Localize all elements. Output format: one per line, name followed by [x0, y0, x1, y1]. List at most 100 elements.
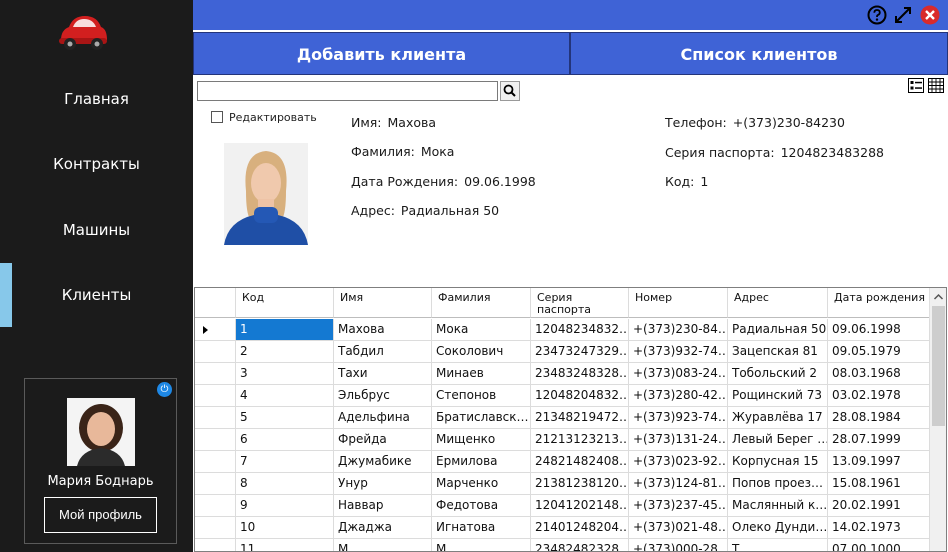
grid-scrollbar[interactable] [929, 288, 946, 551]
grid-cell[interactable]: 5 [236, 407, 334, 429]
grid-cell[interactable]: Попов проез… [728, 473, 828, 495]
search-input[interactable] [197, 81, 498, 101]
grid-cell[interactable]: Адельфина [334, 407, 432, 429]
grid-cell[interactable]: Зацепская 81 [728, 341, 828, 363]
grid-cell[interactable]: +(373)230-84… [629, 319, 728, 341]
grid-cell[interactable]: 07.00.1000 [828, 539, 930, 551]
grid-cell[interactable]: Фрейда [334, 429, 432, 451]
grid-cell[interactable]: 21213123213… [531, 429, 629, 451]
grid-cell[interactable]: 23482482328… [531, 539, 629, 551]
grid-cell[interactable]: 2 [236, 341, 334, 363]
search-button[interactable] [500, 81, 520, 101]
grid-cell[interactable]: Наввар [334, 495, 432, 517]
grid-cell[interactable]: Табдил [334, 341, 432, 363]
close-icon[interactable] [920, 5, 940, 25]
grid-cell[interactable]: 14.02.1973 [828, 517, 930, 539]
row-header[interactable] [195, 517, 236, 539]
row-header[interactable] [195, 473, 236, 495]
grid-cell[interactable]: Тахи [334, 363, 432, 385]
tab-add-client[interactable]: Добавить клиента [193, 32, 570, 75]
power-icon[interactable]: ⏻ [157, 382, 172, 397]
sidebar-item-cars[interactable]: Машины [0, 198, 193, 262]
row-header[interactable] [195, 539, 236, 551]
clients-grid[interactable]: Код Имя Фамилия Серия паспорта Номер Адр… [194, 287, 947, 552]
grid-cell[interactable]: 7 [236, 451, 334, 473]
sidebar-item-contracts[interactable]: Контракты [0, 132, 193, 196]
grid-cell[interactable]: 24821482408… [531, 451, 629, 473]
grid-cell[interactable]: Рощинский 73 [728, 385, 828, 407]
row-header[interactable] [195, 451, 236, 473]
grid-cell[interactable]: 21381238120… [531, 473, 629, 495]
grid-cell[interactable]: +(373)237-45… [629, 495, 728, 517]
scrollbar-thumb[interactable] [932, 306, 945, 426]
edit-checkbox-row[interactable]: Редактировать [211, 110, 317, 124]
grid-cell[interactable]: Мищенко [432, 429, 531, 451]
grid-cell[interactable]: 23473247329… [531, 341, 629, 363]
grid-cell[interactable]: +(373)923-74… [629, 407, 728, 429]
row-header[interactable] [195, 363, 236, 385]
grid-cell[interactable]: +(373)932-74… [629, 341, 728, 363]
grid-cell[interactable]: Соколович [432, 341, 531, 363]
grid-cell[interactable]: Олеко Дунди… [728, 517, 828, 539]
grid-cell[interactable]: М… [334, 539, 432, 551]
grid-cell[interactable]: Джумабике [334, 451, 432, 473]
grid-cell[interactable]: 08.03.1968 [828, 363, 930, 385]
grid-cell[interactable]: 11 [236, 539, 334, 551]
card-view-icon[interactable] [908, 78, 924, 93]
grid-cell[interactable]: 09.05.1979 [828, 341, 930, 363]
grid-cell[interactable]: Корпусная 15 [728, 451, 828, 473]
row-header[interactable] [195, 495, 236, 517]
grid-cell[interactable]: Братиславск… [432, 407, 531, 429]
grid-cell[interactable]: Унур [334, 473, 432, 495]
grid-cell[interactable]: +(373)083-24… [629, 363, 728, 385]
grid-cell[interactable]: 10 [236, 517, 334, 539]
grid-cell[interactable]: +(373)280-42… [629, 385, 728, 407]
grid-cell[interactable]: +(373)131-24… [629, 429, 728, 451]
grid-cell[interactable]: 28.08.1984 [828, 407, 930, 429]
grid-cell[interactable]: +(373)000-28… [629, 539, 728, 551]
grid-header-address[interactable]: Адрес [728, 288, 828, 318]
grid-cell[interactable]: 12048234832… [531, 319, 629, 341]
grid-cell[interactable]: 03.02.1978 [828, 385, 930, 407]
grid-cell[interactable]: Ермилова [432, 451, 531, 473]
row-header[interactable] [195, 319, 236, 341]
row-header[interactable] [195, 341, 236, 363]
grid-cell[interactable]: 12048204832… [531, 385, 629, 407]
grid-cell[interactable]: Левый Берег … [728, 429, 828, 451]
grid-cell[interactable]: Эльбрус [334, 385, 432, 407]
tab-client-list[interactable]: Список клиентов [570, 32, 948, 75]
grid-header-code[interactable]: Код [236, 288, 334, 318]
grid-cell[interactable]: Федотова [432, 495, 531, 517]
grid-cell[interactable]: 4 [236, 385, 334, 407]
grid-header-phone[interactable]: Номер [629, 288, 728, 318]
grid-header-last-name[interactable]: Фамилия [432, 288, 531, 318]
grid-cell[interactable]: 15.08.1961 [828, 473, 930, 495]
grid-cell[interactable]: Минаев [432, 363, 531, 385]
row-header[interactable] [195, 429, 236, 451]
grid-cell[interactable]: 09.06.1998 [828, 319, 930, 341]
grid-cell[interactable]: 20.02.1991 [828, 495, 930, 517]
grid-cell[interactable]: 8 [236, 473, 334, 495]
table-view-icon[interactable] [928, 78, 944, 93]
grid-cell[interactable]: +(373)124-81… [629, 473, 728, 495]
grid-cell[interactable]: Маслянный к… [728, 495, 828, 517]
row-header[interactable] [195, 385, 236, 407]
grid-cell[interactable]: М… [432, 539, 531, 551]
grid-header-first-name[interactable]: Имя [334, 288, 432, 318]
grid-cell[interactable]: 21401248204… [531, 517, 629, 539]
grid-cell[interactable]: 21348219472… [531, 407, 629, 429]
grid-cell[interactable]: Журавлёва 17 [728, 407, 828, 429]
grid-cell[interactable]: Радиальная 50 [728, 319, 828, 341]
grid-cell[interactable]: Т… [728, 539, 828, 551]
grid-cell[interactable]: +(373)021-48… [629, 517, 728, 539]
grid-cell[interactable]: 23483248328… [531, 363, 629, 385]
sidebar-item-home[interactable]: Главная [0, 67, 193, 131]
grid-cell[interactable]: 1 [236, 319, 334, 341]
grid-cell[interactable]: Степонов [432, 385, 531, 407]
grid-cell[interactable]: Махова [334, 319, 432, 341]
grid-cell[interactable]: Тобольский 2 [728, 363, 828, 385]
scroll-up-icon[interactable] [931, 290, 946, 304]
maximize-icon[interactable] [893, 5, 913, 25]
help-icon[interactable] [867, 5, 887, 25]
grid-cell[interactable]: 6 [236, 429, 334, 451]
